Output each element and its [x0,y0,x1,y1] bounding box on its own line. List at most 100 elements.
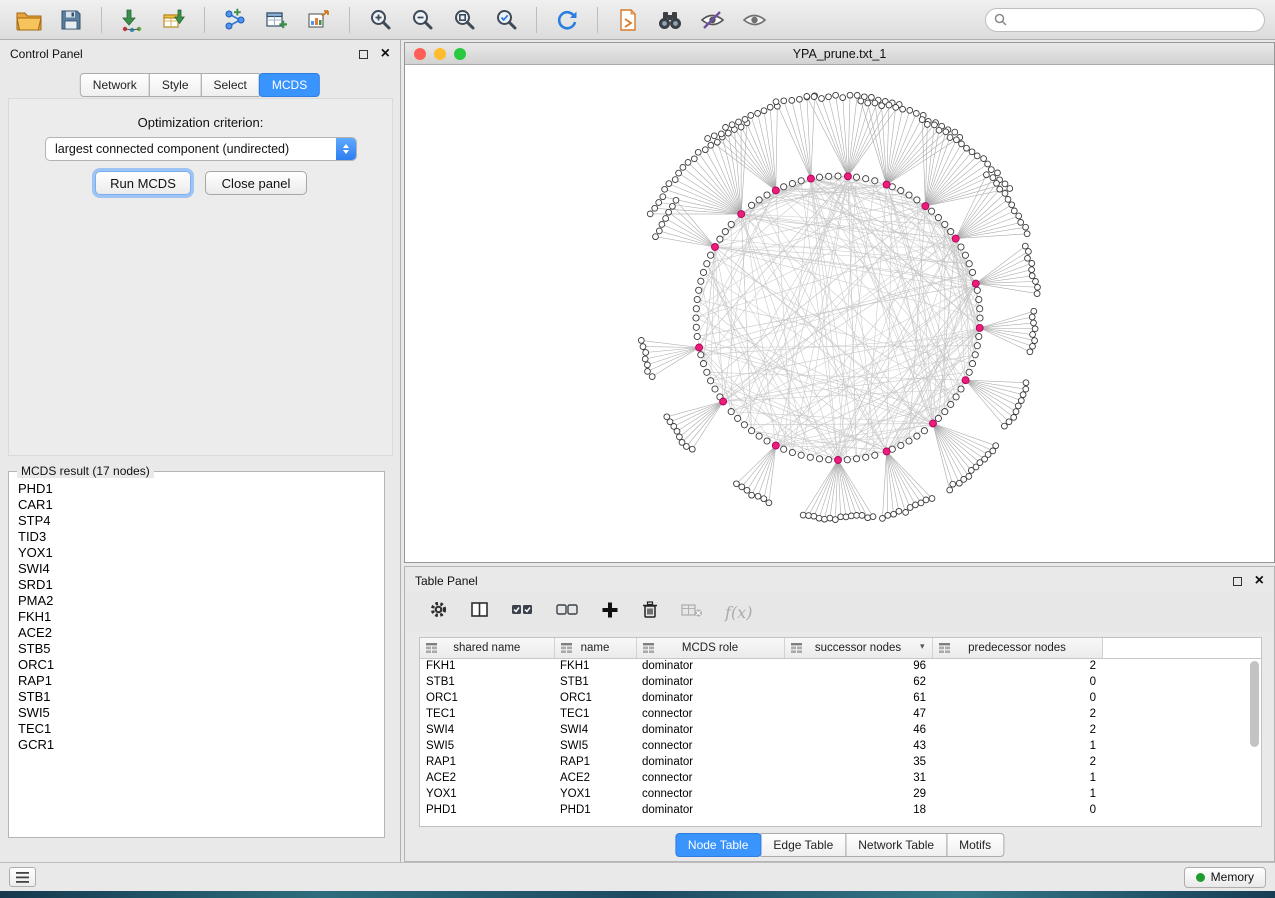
network-canvas[interactable] [405,65,1274,562]
table-row[interactable]: SWI5SWI5connector431 [420,738,1261,754]
deselect-all-button[interactable] [556,602,579,622]
tab-network-table[interactable]: Network Table [845,833,947,857]
mcds-list-item[interactable]: SWI4 [9,561,384,577]
search-input[interactable] [1012,13,1256,27]
open-session-button[interactable] [10,4,48,36]
column-header-successor-nodes[interactable]: successor nodes ▾ [784,638,932,658]
table-row[interactable]: RAP1RAP1dominator352 [420,754,1261,770]
tab-select[interactable]: Select [201,73,260,97]
panel-float-icon[interactable] [359,50,368,59]
network-window-title: YPA_prune.txt_1 [405,47,1274,61]
panel-close-icon[interactable]: × [381,48,390,60]
table-panel-close-icon[interactable]: × [1255,575,1264,587]
table-row[interactable]: SWI4SWI4dominator462 [420,722,1261,738]
cell-shared-name: ACE2 [420,770,554,786]
tab-edge-table[interactable]: Edge Table [760,833,846,857]
cell-successor-nodes: 96 [784,658,932,674]
close-panel-button[interactable]: Close panel [205,171,307,195]
memory-button[interactable]: Memory [1184,867,1266,888]
mcds-result-list[interactable]: PHD1CAR1STP4TID3YOX1SWI4SRD1PMA2FKH1ACE2… [9,481,384,833]
column-header-name[interactable]: name [554,638,636,658]
table-row[interactable]: STB1STB1dominator620 [420,674,1261,690]
window-close-icon[interactable] [414,48,426,60]
memory-label: Memory [1211,870,1254,884]
table-row[interactable]: ORC1ORC1dominator610 [420,690,1261,706]
select-all-button[interactable] [511,602,534,622]
export-image-button[interactable] [300,4,338,36]
mcds-list-item[interactable]: PMA2 [9,593,384,609]
tab-style[interactable]: Style [149,73,202,97]
mcds-list-item[interactable]: ORC1 [9,657,384,673]
table-row[interactable]: ACE2ACE2connector311 [420,770,1261,786]
tab-network[interactable]: Network [80,73,150,97]
column-header-mcds-role[interactable]: MCDS role [636,638,784,658]
mcds-list-item[interactable]: SRD1 [9,577,384,593]
zoom-in-button[interactable] [361,4,399,36]
eye-icon [742,9,767,31]
cell-name: RAP1 [554,754,636,770]
tab-node-table[interactable]: Node Table [675,833,762,857]
mcds-list-item[interactable]: TEC1 [9,721,384,737]
table-row[interactable]: TEC1TEC1connector472 [420,706,1261,722]
refresh-layout-button[interactable] [548,4,586,36]
search-box[interactable] [985,8,1265,32]
task-history-button[interactable] [9,867,36,887]
tab-motifs[interactable]: Motifs [946,833,1004,857]
first-neighbors-button[interactable] [651,4,689,36]
new-network-button[interactable] [216,4,254,36]
mcds-list-item[interactable]: YOX1 [9,545,384,561]
zoom-out-button[interactable] [403,4,441,36]
new-table-button[interactable] [258,4,296,36]
network-window-titlebar[interactable]: YPA_prune.txt_1 [405,43,1274,65]
mcds-list-item[interactable]: STB1 [9,689,384,705]
window-maximize-icon[interactable] [454,48,466,60]
mcds-list-item[interactable]: PHD1 [9,481,384,497]
add-column-button[interactable] [601,601,619,624]
cell-mcds-role: dominator [636,754,784,770]
show-columns-button[interactable] [470,600,489,624]
cell-successor-nodes: 46 [784,722,932,738]
column-header-blank [1102,638,1261,658]
criterion-select[interactable]: largest connected component (undirected) [45,137,357,161]
cell-successor-nodes: 43 [784,738,932,754]
zoom-selected-button[interactable] [487,4,525,36]
column-header-predecessor-nodes[interactable]: predecessor nodes [932,638,1102,658]
sort-desc-icon: ▾ [920,641,925,652]
network-graph[interactable] [405,65,1274,562]
cell-successor-nodes: 29 [784,786,932,802]
mcds-list-item[interactable]: ACE2 [9,625,384,641]
table-scrollbar[interactable] [1250,661,1259,747]
mcds-list-item[interactable]: STB5 [9,641,384,657]
new-table-icon [265,8,289,32]
import-network-button[interactable] [113,4,151,36]
checked-boxes-icon [511,602,534,617]
column-type-icon [561,643,572,653]
zoom-fit-button[interactable] [445,4,483,36]
mcds-list-item[interactable]: RAP1 [9,673,384,689]
save-session-button[interactable] [52,4,90,36]
run-mcds-button[interactable]: Run MCDS [95,171,191,195]
window-minimize-icon[interactable] [434,48,446,60]
column-header-shared-name[interactable]: shared name [420,638,554,658]
mcds-list-item[interactable]: CAR1 [9,497,384,513]
refresh-icon [555,8,579,32]
mcds-list-item[interactable]: TID3 [9,529,384,545]
mcds-list-item[interactable]: SWI5 [9,705,384,721]
table-row[interactable]: FKH1FKH1dominator962 [420,658,1261,674]
apply-style-button[interactable] [693,4,731,36]
delete-column-button[interactable] [641,600,659,624]
mcds-list-item[interactable]: STP4 [9,513,384,529]
table-tabs: Node Table Edge Table Network Table Moti… [675,833,1004,857]
mcds-list-item[interactable]: GCR1 [9,737,384,753]
cell-name: SWI5 [554,738,636,754]
show-hide-button[interactable] [735,4,773,36]
table-row[interactable]: PHD1PHD1dominator180 [420,802,1261,818]
table-settings-button[interactable] [429,600,448,624]
tab-mcds[interactable]: MCDS [259,73,320,97]
mcds-list-item[interactable]: FKH1 [9,609,384,625]
table-panel-float-icon[interactable] [1233,577,1242,586]
table-row[interactable]: YOX1YOX1connector291 [420,786,1261,802]
cell-shared-name: ORC1 [420,690,554,706]
duplicate-network-button[interactable] [609,4,647,36]
import-table-button[interactable] [155,4,193,36]
